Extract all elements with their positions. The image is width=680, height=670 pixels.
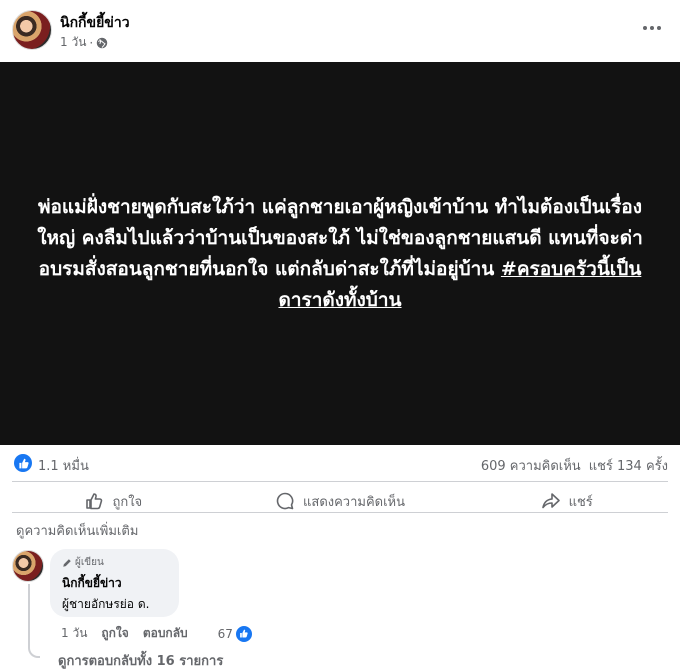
comment-like-reaction-icon[interactable]	[235, 625, 252, 642]
share-count[interactable]: แชร์ 134 ครั้ง	[589, 455, 668, 476]
like-reaction-icon[interactable]	[14, 454, 32, 472]
globe-icon	[96, 37, 108, 48]
share-arrow-icon	[541, 493, 560, 509]
comment-text: ผู้ชายอักษรย่อ ด.	[62, 597, 150, 611]
author-badge-label: ผู้เขียน	[75, 557, 104, 568]
post-header: นิกกี้ขยี้ข่าว 1 วัน ·	[0, 0, 680, 62]
comment-actions: 1 วัน ถูกใจ ตอบกลับ 67	[61, 624, 252, 643]
share-label: แชร์	[568, 494, 593, 510]
page-name[interactable]: นิกกี้ขยี้ข่าว	[60, 12, 130, 34]
reaction-count[interactable]: 1.1 หมื่น	[38, 455, 89, 476]
post-stats: 1.1 หมื่น 609 ความคิดเห็น แชร์ 134 ครั้ง	[0, 445, 680, 481]
commenter-avatar[interactable]	[12, 550, 44, 582]
post-text: พ่อแม่ฝั่งชายพูดกับสะใภ้ว่า แค่ลูกชายเอา…	[30, 192, 650, 316]
comment-time[interactable]: 1 วัน	[61, 624, 87, 643]
like-label: ถูกใจ	[112, 494, 143, 510]
more-dot-icon	[650, 26, 654, 30]
reply-thread-line	[28, 584, 40, 658]
view-all-replies-link[interactable]: ดูการตอบกลับทั้ง 16 รายการ	[58, 650, 223, 670]
comment-bubble-icon	[276, 492, 294, 510]
pencil-icon	[63, 558, 71, 567]
share-button[interactable]: แชร์	[453, 482, 680, 520]
more-options-button[interactable]	[640, 18, 664, 38]
comment-bubble: ผู้เขียน นิกกี้ขยี้ข่าว ผู้ชายอักษรย่อ ด…	[50, 549, 179, 617]
author-badge: ผู้เขียน	[62, 555, 167, 570]
divider	[12, 512, 668, 513]
comment-reaction-count[interactable]: 67	[218, 627, 233, 641]
commenter-name[interactable]: นิกกี้ขยี้ข่าว	[62, 574, 167, 593]
more-dot-icon	[657, 26, 661, 30]
comment-label: แสดงความคิดเห็น	[303, 494, 406, 510]
post-time[interactable]: 1 วัน	[60, 33, 86, 52]
post-text-card[interactable]: พ่อแม่ฝั่งชายพูดกับสะใภ้ว่า แค่ลูกชายเอา…	[0, 62, 680, 445]
view-more-comments-link[interactable]: ดูความคิดเห็นเพิ่มเติม	[16, 520, 138, 541]
thumbs-up-icon	[86, 493, 103, 510]
meta-separator: ·	[89, 35, 94, 50]
comment-reply-button[interactable]: ตอบกลับ	[143, 624, 188, 643]
comment-button[interactable]: แสดงความคิดเห็น	[227, 482, 454, 520]
like-button[interactable]: ถูกใจ	[0, 482, 227, 520]
comment-like-button[interactable]: ถูกใจ	[101, 624, 128, 643]
more-dot-icon	[643, 26, 647, 30]
page-avatar[interactable]	[12, 10, 52, 50]
comment-count[interactable]: 609 ความคิดเห็น	[481, 455, 581, 476]
post-meta: 1 วัน ·	[60, 33, 108, 52]
action-bar: ถูกใจ แสดงความคิดเห็น แชร์	[0, 482, 680, 520]
